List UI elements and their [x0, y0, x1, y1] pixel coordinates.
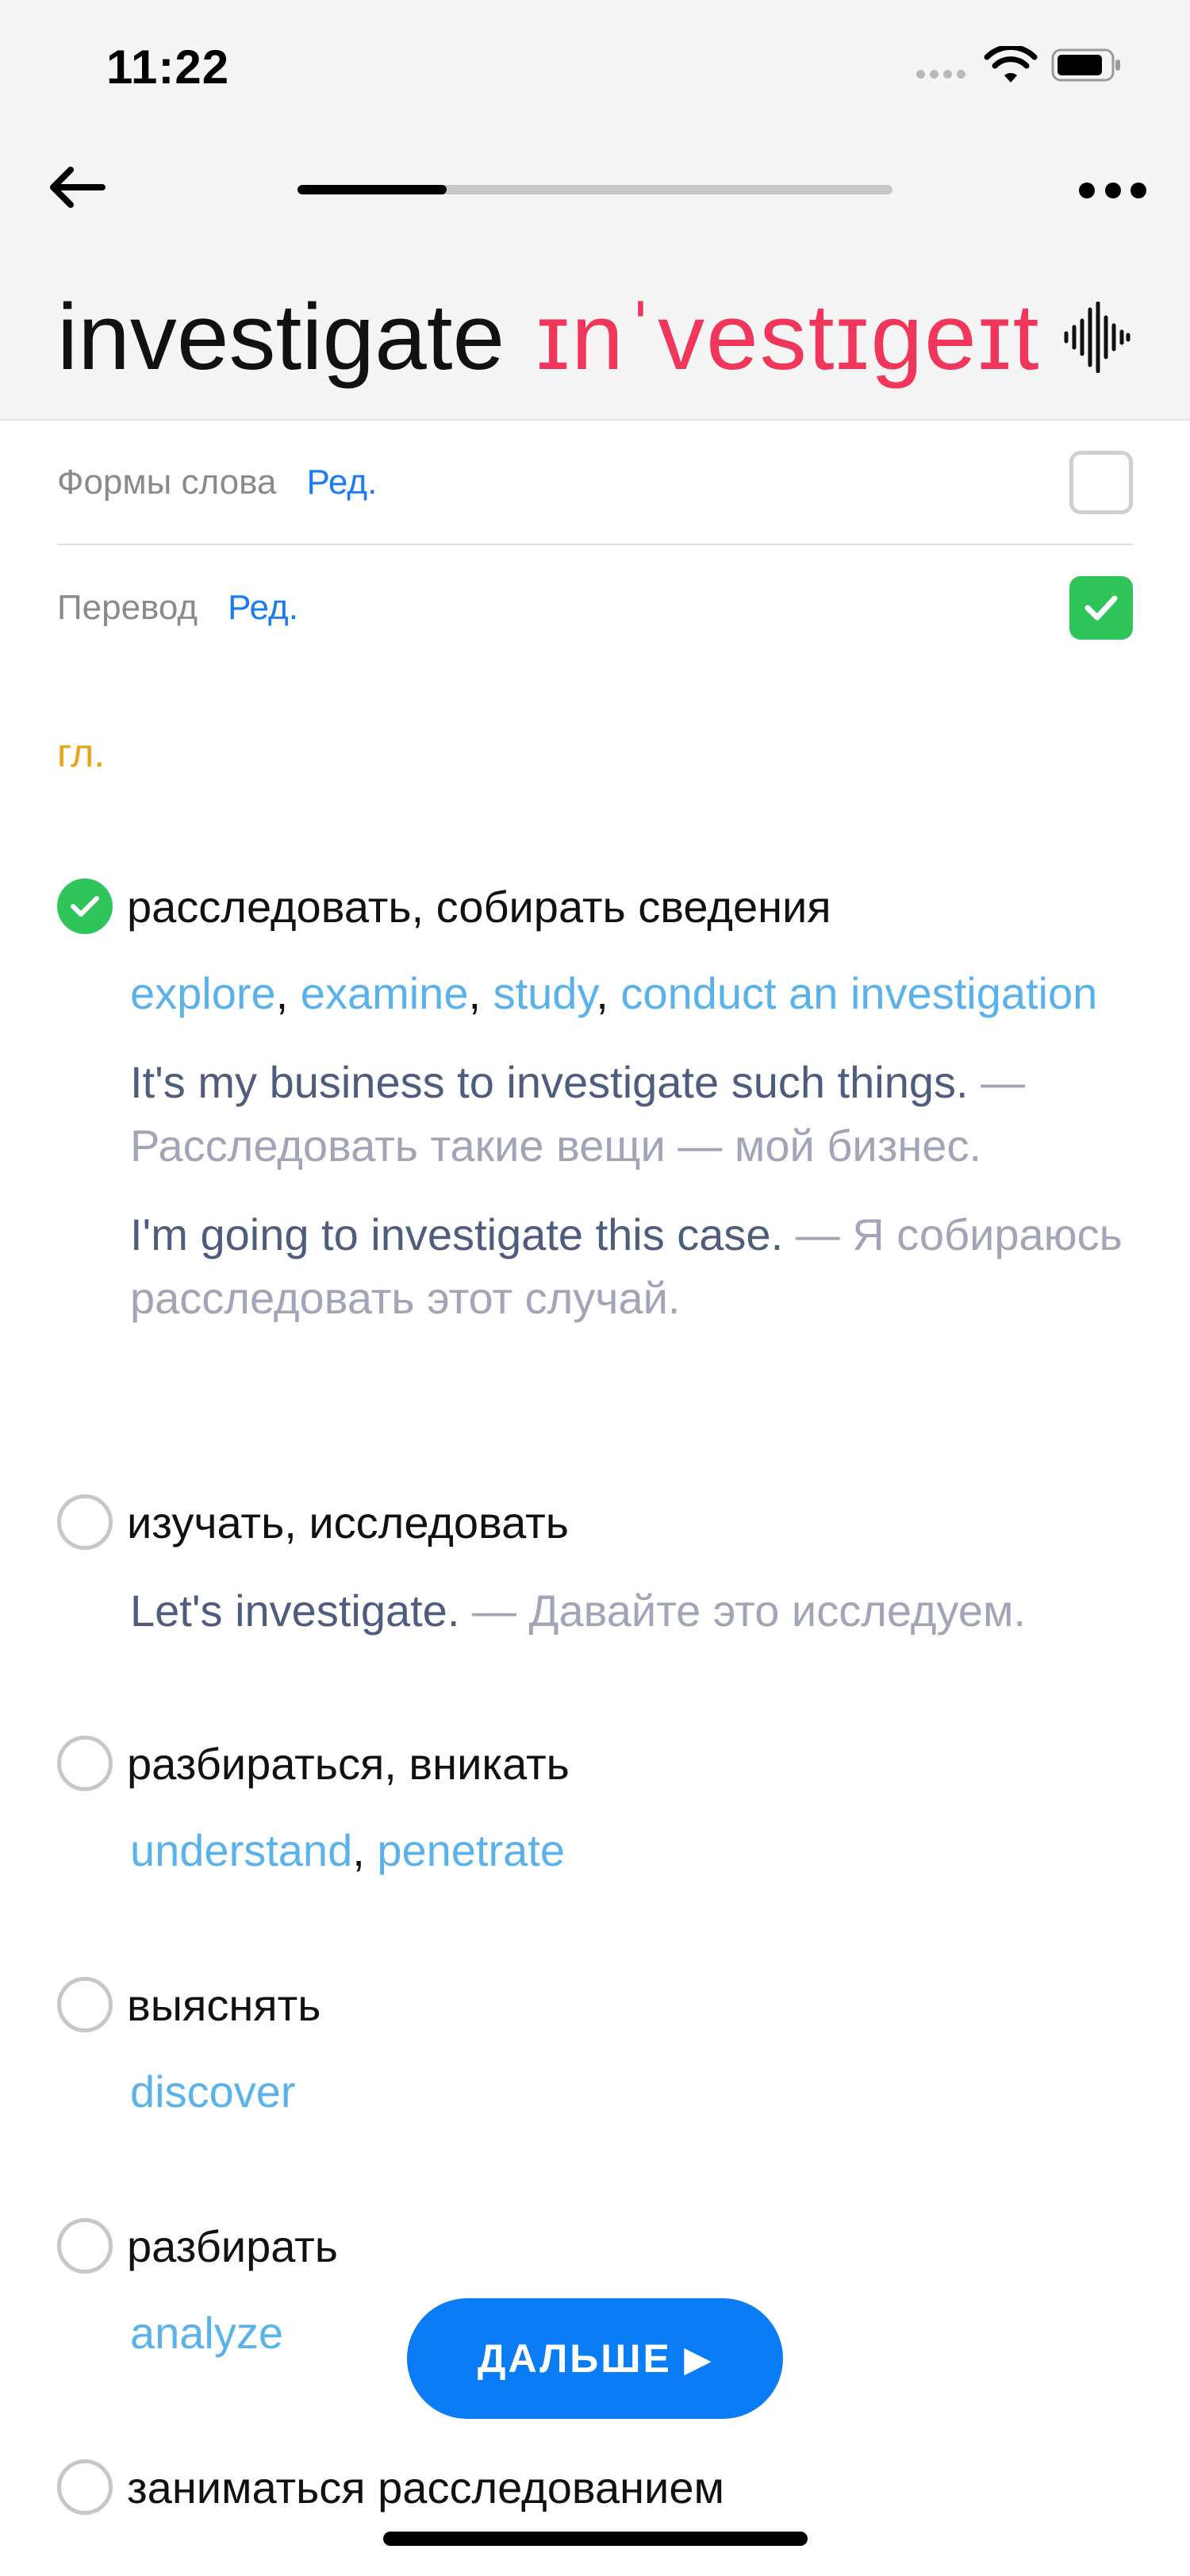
word-transcription: ɪnˈvestɪgeɪt	[536, 285, 1041, 390]
play-triangle-icon: ▶	[684, 2340, 713, 2378]
back-button[interactable]	[44, 156, 108, 219]
word-forms-edit-link[interactable]: Ред.	[306, 463, 377, 502]
more-dot	[1130, 183, 1146, 198]
meaning-item[interactable]: разбираться, вникать understand, penetra…	[57, 1732, 1152, 1882]
meaning-text: разбираться, вникать	[127, 1738, 570, 1789]
more-button[interactable]	[1079, 176, 1146, 205]
meaning-text: выяснять	[127, 1979, 321, 2030]
translation-edit-link[interactable]: Ред.	[228, 588, 298, 628]
meaning-radio[interactable]	[57, 2459, 113, 2515]
sound-wave-icon[interactable]	[1061, 302, 1131, 373]
word-heading: investigate ɪnˈvestɪgeɪt	[57, 270, 1131, 405]
example: It's my business to investigate such thi…	[130, 1057, 1026, 1171]
checkmark-icon	[1084, 595, 1118, 621]
translation-checkbox[interactable]	[1069, 576, 1133, 640]
synonym-link[interactable]: explore	[130, 968, 276, 1018]
example-ru: Расследовать такие вещи — мой бизнес.	[130, 1121, 981, 1171]
synonym-link[interactable]: study	[493, 968, 597, 1018]
home-indicator[interactable]	[383, 2532, 808, 2546]
example: Let's investigate. — Давайте это исследу…	[130, 1586, 1027, 1636]
word-forms-row: Формы слова Ред.	[57, 421, 1133, 544]
synonyms: explore, examine, study, conduct an inve…	[130, 968, 1098, 1018]
checkmark-icon	[71, 896, 99, 917]
lesson-progress-bar	[298, 185, 892, 194]
word-title: investigate	[57, 285, 505, 390]
example: I'm going to investigate this case. — Я …	[130, 1209, 1123, 1323]
meaning-item[interactable]: заниматься расследованием	[57, 2455, 1152, 2519]
meaning-text: заниматься расследованием	[127, 2462, 724, 2513]
meaning-text: расследовать, собирать сведения	[127, 881, 831, 932]
synonym-link[interactable]: examine	[301, 968, 469, 1018]
meaning-selected-radio[interactable]	[57, 879, 113, 934]
progress-fill	[298, 185, 447, 194]
battery-icon	[1051, 48, 1120, 82]
translation-label: Перевод	[57, 588, 198, 627]
header-area: 11:22 investigate ɪnˈvestɪgeɪt	[0, 0, 1190, 421]
meaning-radio[interactable]	[57, 2218, 113, 2274]
synonyms: discover	[130, 2060, 1152, 2124]
example-en: It's my business to investigate such thi…	[130, 1057, 969, 1107]
word-forms-checkbox[interactable]	[1069, 451, 1133, 514]
translation-row: Перевод Ред.	[57, 546, 1133, 670]
meaning-radio[interactable]	[57, 1736, 113, 1791]
meaning-radio[interactable]	[57, 1977, 113, 2032]
status-time: 11:22	[106, 40, 230, 94]
divider	[57, 544, 1133, 545]
synonym-link[interactable]: understand	[130, 1825, 352, 1875]
synonym-link[interactable]: conduct an investigation	[620, 968, 1097, 1018]
example-en: Let's investigate.	[130, 1586, 460, 1636]
word-forms-label: Формы слова	[57, 463, 277, 502]
example-en: I'm going to investigate this case.	[130, 1209, 784, 1259]
cellular-signal-icon	[916, 70, 965, 79]
arrow-left-icon	[50, 167, 106, 208]
meaning-item[interactable]: выяснять discover	[57, 1973, 1152, 2124]
example-ru: Давайте это исследуем.	[528, 1586, 1027, 1636]
synonym-link[interactable]: penetrate	[377, 1825, 565, 1875]
meaning-radio[interactable]	[57, 1494, 113, 1550]
meaning-text: изучать, исследовать	[127, 1497, 569, 1548]
next-button[interactable]: ДАЛЬШЕ ▶	[407, 2298, 783, 2419]
more-dot	[1079, 183, 1095, 198]
meaning-text: разбирать	[127, 2220, 338, 2271]
part-of-speech: гл.	[57, 731, 106, 775]
meaning-item[interactable]: расследовать, собирать сведения explore,…	[57, 875, 1152, 1330]
wifi-icon	[984, 46, 1038, 83]
synonym-link[interactable]: discover	[130, 2067, 296, 2117]
synonym-link[interactable]: analyze	[130, 2308, 283, 2358]
meaning-item[interactable]: изучать, исследовать Let's investigate. …	[57, 1490, 1152, 1643]
more-dot	[1104, 183, 1121, 198]
next-button-label: ДАЛЬШЕ	[477, 2336, 672, 2381]
synonyms: understand, penetrate	[130, 1825, 565, 1875]
